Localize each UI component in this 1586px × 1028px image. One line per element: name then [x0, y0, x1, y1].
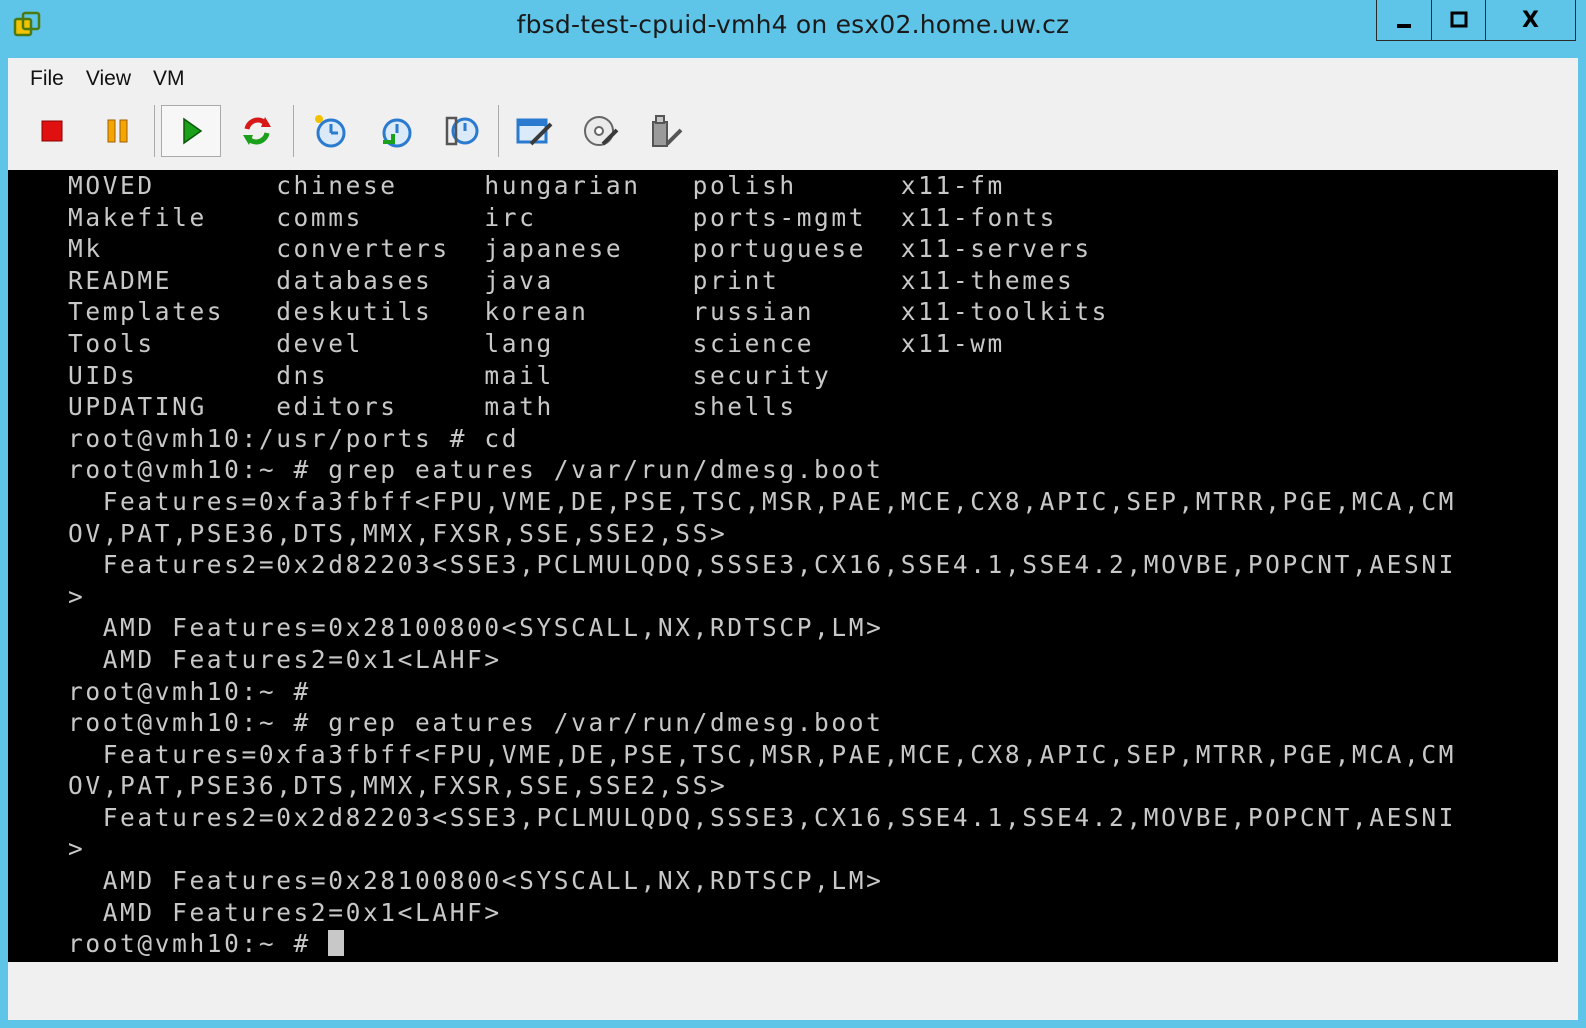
console-prompt-line: root@vmh10:~ # — [68, 928, 1456, 960]
menu-file[interactable]: File — [22, 67, 72, 91]
toolbar-separator — [293, 105, 294, 157]
cd-dvd-icon — [584, 116, 619, 146]
console-line: Mk converters japanese portuguese x11-se… — [68, 234, 1092, 264]
title-bar[interactable]: fbsd-test-cpuid-vmh4 on esx02.home.uw.cz… — [0, 0, 1586, 56]
cd-dvd-button[interactable] — [571, 105, 631, 157]
console-line: root@vmh10:~ # grep eatures /var/run/dme… — [68, 455, 884, 485]
console-line: Makefile comms irc ports-mgmt x11-fonts — [68, 202, 1057, 232]
maximize-icon — [1450, 11, 1467, 28]
edit-settings-icon — [516, 118, 553, 146]
text-cursor — [328, 930, 345, 957]
shell-prompt: root@vmh10:~ # — [68, 929, 329, 959]
close-icon: X — [1522, 7, 1539, 33]
menu-bar: File View VM — [8, 58, 1578, 100]
reset-icon — [243, 117, 271, 145]
console-line: root@vmh10:~ # grep eatures /var/run/dme… — [68, 708, 884, 738]
vm-console-screen[interactable]: MOVED chinese hungarian polish x11-fm Mak… — [8, 170, 1558, 962]
snapshot-manager-icon — [445, 116, 479, 146]
snapshot-icon — [315, 115, 346, 148]
console-line: UPDATING editors math shells — [68, 392, 797, 422]
menu-vm[interactable]: VM — [145, 67, 193, 91]
revert-snapshot-button[interactable] — [366, 105, 426, 157]
usb-icon — [652, 115, 683, 147]
console-line: root@vmh10:/usr/ports # cd — [68, 423, 520, 453]
console-line: AMD Features=0x28100800<SYSCALL,NX,RDTSC… — [68, 866, 884, 896]
play-icon — [183, 117, 203, 145]
console-line: AMD Features=0x28100800<SYSCALL,NX,RDTSC… — [68, 613, 884, 643]
console-line: MOVED chinese hungarian polish x11-fm — [68, 171, 1005, 200]
power-off-button[interactable] — [22, 105, 82, 157]
minimize-button[interactable] — [1377, 0, 1431, 40]
edit-settings-button[interactable] — [505, 105, 565, 157]
window-title: fbsd-test-cpuid-vmh4 on esx02.home.uw.cz — [516, 10, 1070, 39]
stop-icon — [41, 120, 63, 142]
menu-view[interactable]: View — [78, 67, 139, 91]
status-bar — [8, 964, 1578, 1012]
terminal-output: MOVED chinese hungarian polish x11-fm Mak… — [68, 170, 1456, 960]
console-line: AMD Features2=0x1<LAHF> — [68, 644, 502, 674]
suspend-button[interactable] — [88, 105, 148, 157]
console-line: Templates deskutils korean russian x11-t… — [68, 297, 1110, 327]
console-line: Features=0xfa3fbff<FPU,VME,DE,PSE,TSC,MS… — [68, 739, 1457, 769]
client-area: File View VM MOVED chinese hungarian pol… — [8, 58, 1578, 1020]
minimize-icon — [1397, 24, 1411, 28]
console-line: Features2=0x2d82203<SSE3,PCLMULQDQ,SSSE3… — [68, 802, 1457, 832]
console-line: README databases java print x11-themes — [68, 265, 1075, 295]
console-line: OV,PAT,PSE36,DTS,MMX,FXSR,SSE,SSE2,SS> — [68, 518, 728, 548]
power-on-button[interactable] — [161, 105, 221, 157]
snapshot-manager-button[interactable] — [432, 105, 492, 157]
console-line: Features2=0x2d82203<SSE3,PCLMULQDQ,SSSE3… — [68, 550, 1457, 580]
pause-icon — [107, 119, 128, 143]
window-controls: X — [1376, 0, 1576, 41]
take-snapshot-button[interactable] — [300, 105, 360, 157]
console-line: Features=0xfa3fbff<FPU,VME,DE,PSE,TSC,MS… — [68, 486, 1457, 516]
toolbar-separator — [154, 105, 155, 157]
console-line: OV,PAT,PSE36,DTS,MMX,FXSR,SSE,SSE2,SS> — [68, 771, 728, 801]
toolbar-separator — [498, 105, 499, 157]
toolbar — [8, 100, 1578, 162]
revert-snapshot-icon — [382, 118, 412, 148]
console-line: AMD Features2=0x1<LAHF> — [68, 897, 502, 927]
console-line: > — [68, 581, 86, 611]
usb-button[interactable] — [637, 105, 697, 157]
close-button[interactable]: X — [1485, 0, 1575, 40]
console-line: > — [68, 834, 86, 864]
console-line: Tools devel lang science x11-wm — [68, 328, 1005, 358]
console-line: root@vmh10:~ # — [68, 676, 311, 706]
maximize-button[interactable] — [1431, 0, 1485, 40]
reset-button[interactable] — [227, 105, 287, 157]
console-line: UIDs dns mail security — [68, 360, 832, 390]
vm-console-window: fbsd-test-cpuid-vmh4 on esx02.home.uw.cz… — [0, 0, 1586, 1028]
